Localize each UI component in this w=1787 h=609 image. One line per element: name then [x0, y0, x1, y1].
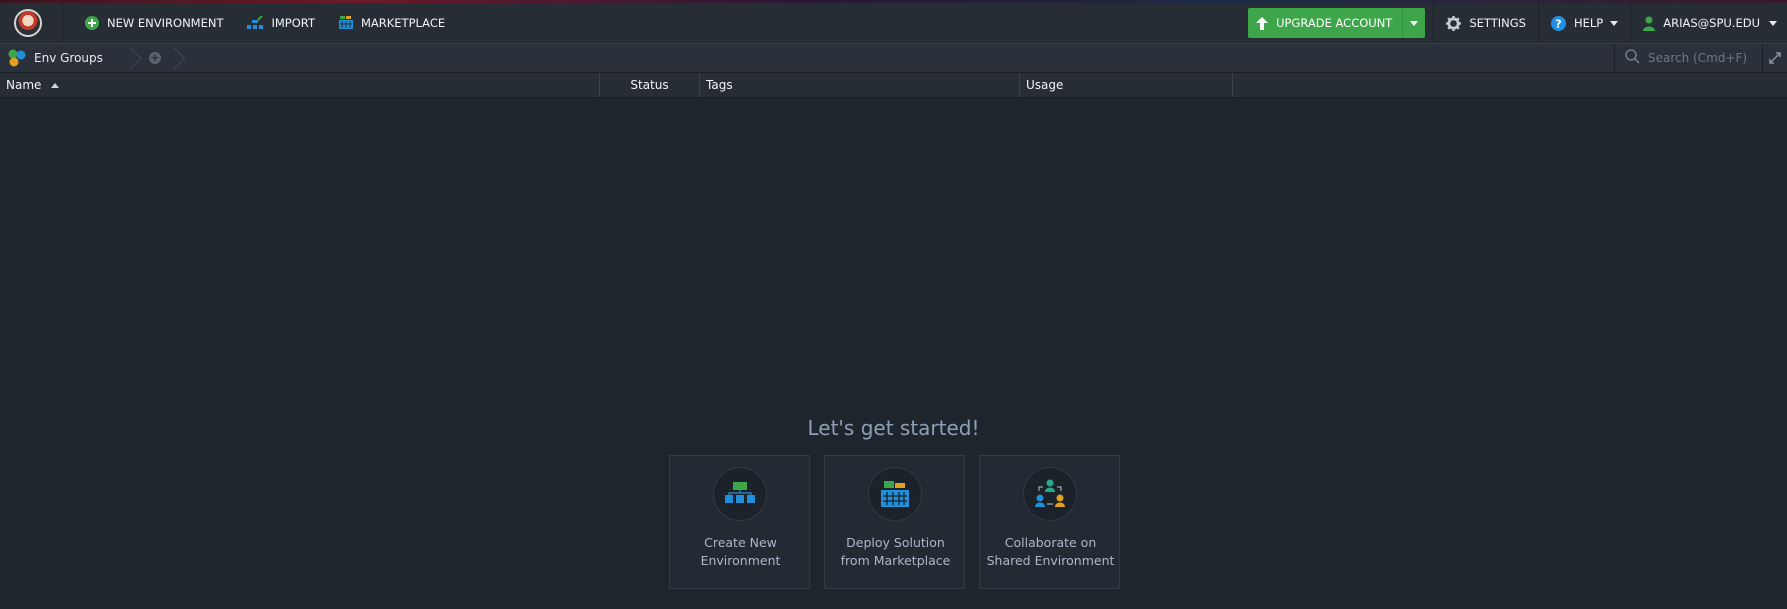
collaborate-label: Collaborate on Shared Environment [986, 535, 1115, 568]
column-tags-label: Tags [706, 78, 733, 92]
marketplace-label: MARKETPLACE [360, 16, 446, 30]
add-group-icon[interactable]: + [148, 52, 161, 64]
import-icon [247, 16, 264, 30]
settings-button[interactable]: SETTINGS [1434, 3, 1538, 43]
collaborate-icon [1023, 467, 1077, 521]
plus-circle-icon [85, 16, 99, 30]
help-menu[interactable]: ? HELP [1539, 3, 1630, 43]
help-label: HELP [1573, 16, 1604, 30]
arrow-up-icon [1256, 16, 1269, 30]
create-environment-label: Create New Environment [700, 535, 781, 568]
search-icon [1625, 49, 1640, 67]
upgrade-account-button[interactable]: UPGRADE ACCOUNT [1248, 8, 1426, 38]
column-header-status[interactable]: Status [600, 73, 700, 97]
user-account-menu[interactable]: ARIAS@SPU.EDU [1631, 3, 1787, 43]
import-button[interactable]: IMPORT [235, 3, 326, 43]
chevron-down-icon [1610, 20, 1619, 26]
column-status-label: Status [630, 78, 669, 92]
upgrade-account-main[interactable]: UPGRADE ACCOUNT [1248, 8, 1402, 38]
breadcrumb-separator [171, 44, 187, 72]
gear-icon [1446, 15, 1462, 31]
upgrade-dropdown-toggle[interactable] [1402, 8, 1425, 38]
search-box[interactable]: Search (Cmd+F) [1614, 44, 1763, 72]
column-name-label: Name [6, 78, 42, 92]
deploy-marketplace-label: Deploy Solution from Marketplace [840, 535, 951, 568]
chevron-down-icon [1769, 20, 1777, 26]
env-groups-icon [8, 49, 27, 67]
new-environment-button[interactable]: NEW ENVIRONMENT [73, 3, 235, 43]
upgrade-account-label: UPGRADE ACCOUNT [1276, 16, 1393, 30]
breadcrumb: Env Groups + Search (Cmd+F) [0, 44, 1787, 73]
column-header-name[interactable]: Name [0, 73, 600, 97]
chevron-down-icon [1410, 20, 1419, 26]
help-question-icon: ? [1550, 15, 1566, 31]
user-icon [1643, 16, 1656, 31]
column-header-usage[interactable]: Usage [1020, 73, 1233, 97]
new-environment-label: NEW ENVIRONMENT [107, 16, 224, 30]
settings-label: SETTINGS [1469, 16, 1526, 30]
column-usage-label: Usage [1026, 78, 1064, 92]
column-header-tags[interactable]: Tags [700, 73, 1020, 97]
marketplace-basket-icon [868, 467, 922, 521]
user-email-label: ARIAS@SPU.EDU [1663, 16, 1760, 30]
collaborate-card[interactable]: Collaborate on Shared Environment [979, 455, 1120, 589]
marketplace-basket-icon [338, 16, 353, 30]
svg-text:?: ? [1555, 17, 1561, 30]
search-input[interactable]: Search (Cmd+F) [1648, 51, 1747, 65]
marketplace-button[interactable]: MARKETPLACE [327, 3, 457, 43]
import-label: IMPORT [271, 16, 315, 30]
sort-ascending-icon [51, 83, 60, 88]
top-toolbar: NEW ENVIRONMENT IMPORT MARKETPLACE UPGRA… [0, 3, 1787, 44]
breadcrumb-separator [127, 44, 143, 72]
app-logo[interactable] [14, 9, 42, 37]
expand-icon[interactable] [1762, 44, 1787, 72]
create-environment-card[interactable]: Create New Environment [669, 455, 810, 589]
toolbar-divider [62, 3, 63, 43]
table-header: Name Status Tags Usage [0, 73, 1787, 98]
empty-state-title: Let's get started! [807, 416, 980, 440]
deploy-marketplace-card[interactable]: Deploy Solution from Marketplace [824, 455, 965, 589]
environment-icon [713, 467, 767, 521]
breadcrumb-env-groups[interactable]: Env Groups [0, 44, 113, 72]
env-groups-label: Env Groups [34, 51, 103, 65]
